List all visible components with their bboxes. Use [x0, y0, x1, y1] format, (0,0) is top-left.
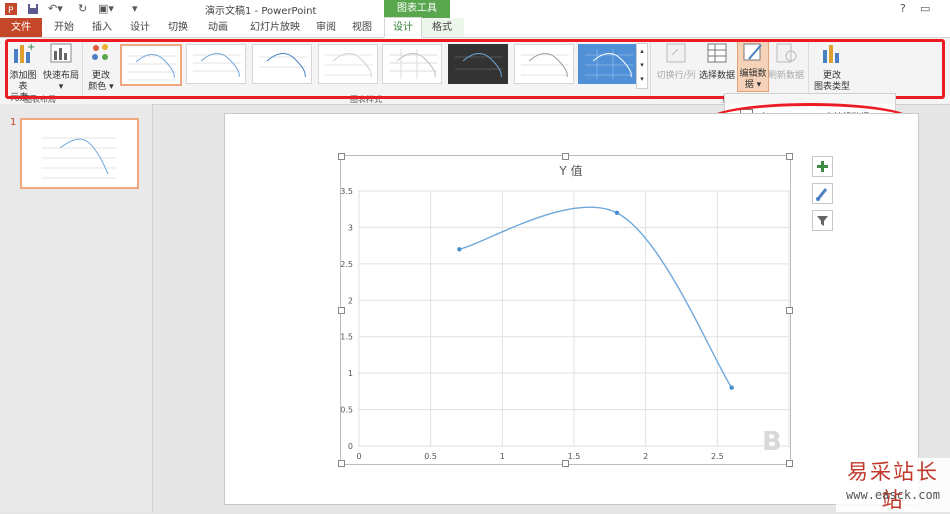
svg-text:P: P	[8, 6, 14, 16]
help-button[interactable]: ?	[900, 2, 906, 16]
slide-thumbnail[interactable]	[20, 118, 139, 189]
powerpoint-app-icon: P	[4, 2, 18, 16]
tab-design[interactable]: 设计	[124, 18, 156, 37]
chart-plot: Y 值 0 0.5 1 1.5 2 2.5 3 3.5 0 0.5 1 1.5 2 2.5	[340, 163, 790, 461]
resize-handle[interactable]	[786, 460, 793, 467]
tab-animations[interactable]: 动画	[200, 18, 236, 37]
chart-title[interactable]: Y 值	[558, 163, 582, 178]
y-tick-label: 0.5	[341, 406, 353, 415]
ribbon-display-options-icon[interactable]: ▭	[920, 2, 930, 16]
resize-handle[interactable]	[338, 307, 345, 314]
chart-styles-button[interactable]	[812, 183, 833, 204]
y-tick-label: 2	[348, 296, 353, 305]
y-tick-label: 3	[348, 223, 353, 232]
series-line[interactable]	[459, 206, 733, 389]
start-from-beginning-icon[interactable]: ▣▾	[98, 2, 114, 16]
chart-tools-context-label: 图表工具	[384, 0, 450, 18]
y-tick-label: 1.5	[341, 333, 353, 342]
tab-slideshow[interactable]: 幻灯片放映	[244, 18, 306, 37]
title-bar: P ↶▾ ↻ ▣▾ ▾ 演示文稿1 - PowerPoint 图表工具 ? ▭	[0, 0, 950, 18]
brush-icon	[816, 188, 828, 201]
x-tick-label: 2.5	[711, 452, 724, 461]
data-point[interactable]	[614, 210, 620, 216]
chart-area[interactable]: Y 值 0 0.5 1 1.5 2 2.5 3 3.5 0 0.5 1 1.5 2 2.5	[340, 155, 791, 465]
window-title: 演示文稿1 - PowerPoint	[205, 6, 317, 17]
tab-file[interactable]: 文件	[0, 18, 42, 37]
slide-number: 1	[10, 117, 17, 128]
y-tick-label: 1	[348, 369, 353, 378]
customize-qat-icon[interactable]: ▾	[132, 2, 138, 16]
resize-handle[interactable]	[562, 153, 569, 160]
watermark: 易采站长站 www.easck.com	[836, 458, 950, 512]
plus-icon	[817, 161, 828, 172]
red-highlight-rectangle	[5, 39, 945, 99]
data-point[interactable]	[729, 385, 734, 390]
y-tick-label: 3.5	[341, 187, 353, 196]
tab-insert[interactable]: 插入	[86, 18, 118, 37]
watermark-url: www.easck.com	[846, 488, 940, 502]
x-tick-label: 1	[500, 452, 505, 461]
watermark-text: 易采站长站	[847, 460, 939, 512]
resize-handle[interactable]	[338, 153, 345, 160]
tab-review[interactable]: 审阅	[310, 18, 342, 37]
undo-icon[interactable]: ↶▾	[48, 2, 63, 16]
y-tick-label: 0	[348, 442, 353, 451]
x-tick-label: 0.5	[424, 452, 437, 461]
resize-handle[interactable]	[786, 307, 793, 314]
tab-home[interactable]: 开始	[48, 18, 80, 37]
chart-elements-button[interactable]	[812, 156, 833, 177]
x-tick-label: 1.5	[568, 452, 581, 461]
tab-chart-design[interactable]: 设计	[384, 17, 422, 38]
tab-transitions[interactable]: 切换	[162, 18, 194, 37]
redo-icon[interactable]: ↻	[78, 2, 87, 16]
resize-handle[interactable]	[786, 153, 793, 160]
watermark-b-logo: B	[762, 427, 782, 457]
chart-filters-button[interactable]	[812, 210, 833, 231]
resize-handle[interactable]	[562, 460, 569, 467]
slide-thumbnail-pane: 1	[0, 104, 153, 512]
filter-icon	[817, 216, 828, 226]
save-icon[interactable]	[26, 2, 40, 16]
tab-chart-format[interactable]: 格式	[424, 18, 460, 37]
data-point[interactable]	[457, 247, 462, 252]
tab-view[interactable]: 视图	[346, 18, 378, 37]
resize-handle[interactable]	[338, 460, 345, 467]
y-tick-label: 2.5	[341, 260, 353, 269]
ribbon-tab-row: 文件 开始 插入 设计 切换 动画 幻灯片放映 审阅 视图 设计 格式	[0, 17, 950, 38]
x-tick-label: 2	[643, 452, 648, 461]
x-tick-label: 0	[356, 452, 361, 461]
